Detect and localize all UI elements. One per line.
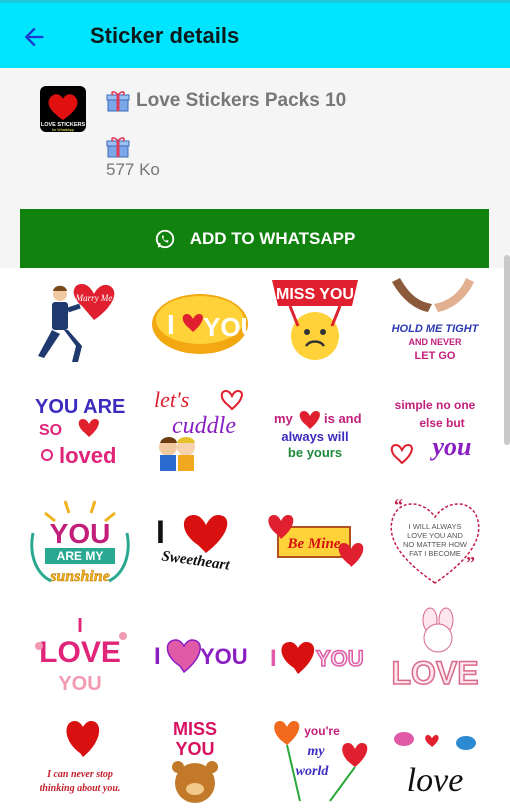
svg-text:I: I (154, 643, 161, 670)
svg-text:is and: is and (324, 411, 362, 426)
page-title: Sticker details (90, 23, 240, 48)
lets-cuddle-sticker[interactable]: let's cuddle (140, 380, 250, 480)
svg-text:else but: else but (419, 416, 464, 430)
svg-text:you're: you're (304, 724, 340, 738)
svg-text:“: “ (394, 495, 403, 515)
svg-text:LOVE YOU AND: LOVE YOU AND (407, 531, 463, 540)
svg-text:I: I (270, 645, 277, 672)
love-bunny-sticker[interactable]: LOVE (380, 603, 490, 703)
svg-text:LET GO: LET GO (415, 350, 456, 362)
svg-text:I: I (77, 615, 83, 637)
svg-text:Be Mine: Be Mine (287, 536, 341, 552)
app-bar: Sticker details (0, 0, 510, 68)
you-are-so-loved-sticker[interactable]: YOU ARE SO loved (25, 380, 135, 480)
love-birds-sticker[interactable]: love (380, 708, 490, 808)
pack-size: 577 Ko (106, 160, 160, 179)
pack-header: LOVE STICKERS for WhatsApp Love Stickers… (0, 68, 510, 268)
miss-you-sticker[interactable]: MISS YOU (260, 273, 370, 373)
svg-text:YOU: YOU (58, 673, 101, 695)
svg-text:simple no one: simple no one (395, 398, 476, 412)
pack-name-row: Love Stickers Packs 10 (106, 90, 346, 112)
svg-text:Marry Me: Marry Me (75, 293, 113, 303)
add-to-whatsapp-button[interactable]: ADD TO WHATSAPP (20, 209, 489, 268)
svg-text:YOU: YOU (175, 739, 214, 759)
svg-text:you: you (430, 432, 472, 461)
be-mine-sticker[interactable]: Be Mine (260, 490, 370, 590)
pack-name: Love Stickers Packs 10 (136, 90, 347, 111)
svg-text:AND NEVER: AND NEVER (408, 337, 462, 347)
never-stop-thinking-sticker[interactable]: I can never stop thinking about you. (25, 708, 135, 808)
svg-text:YOU: YOU (200, 644, 248, 669)
svg-text:MISS: MISS (173, 719, 217, 739)
whatsapp-icon (155, 229, 174, 248)
you-are-my-sunshine-sticker[interactable]: YOU ARE MY sunshine (25, 490, 135, 590)
marry-me-sticker[interactable]: Marry Me (20, 273, 130, 373)
svg-text:HOLD ME TIGHT: HOLD ME TIGHT (392, 323, 480, 335)
svg-text:I WILL ALWAYS: I WILL ALWAYS (409, 522, 462, 531)
svg-text:I: I (167, 309, 175, 340)
svg-text:YOU: YOU (50, 518, 111, 549)
svg-text:ARE MY: ARE MY (57, 549, 104, 563)
hold-me-tight-sticker[interactable]: HOLD ME TIGHT AND NEVER LET GO (380, 273, 490, 373)
svg-text:FAT I BECOME: FAT I BECOME (409, 549, 461, 558)
svg-text:my: my (274, 411, 294, 426)
i-love-you-gold-sticker[interactable]: I YOU (145, 273, 255, 373)
svg-text:YOU: YOU (316, 646, 364, 671)
svg-text:MISS YOU: MISS YOU (276, 286, 354, 303)
svg-text:cuddle: cuddle (172, 413, 236, 439)
svg-text:I: I (156, 514, 165, 550)
svg-text:sunshine: sunshine (49, 568, 110, 585)
my-heart-is-yours-sticker[interactable]: my is and always will be yours (260, 380, 370, 480)
svg-text:LOVE: LOVE (391, 655, 478, 691)
svg-text:Sweetheart: Sweetheart (161, 548, 232, 573)
svg-text:YOU: YOU (203, 312, 255, 342)
miss-you-bear-sticker[interactable]: MISS YOU (140, 708, 250, 808)
svg-text:be yours: be yours (288, 445, 342, 460)
svg-text:YOU ARE: YOU ARE (35, 396, 125, 418)
add-to-whatsapp-label: ADD TO WHATSAPP (189, 228, 356, 248)
svg-text:love: love (407, 762, 464, 799)
pack-icon-sublabel: for WhatsApp (52, 128, 74, 132)
sticker-grid: Marry Me I YOU MISS YOU HOLD ME TIGHT AN… (0, 268, 510, 803)
i-love-you-floral-sticker[interactable]: I LOVE YOU (25, 603, 135, 703)
i-will-always-love-you-sticker[interactable]: “ I WILL ALWAYS LOVE YOU AND NO MATTER H… (380, 490, 490, 590)
svg-text:”: ” (466, 553, 475, 573)
i-love-you-red-sticker[interactable]: I YOU (260, 603, 370, 703)
svg-text:always will: always will (281, 429, 348, 444)
youre-my-world-sticker[interactable]: you're my world (260, 708, 370, 808)
pack-icon: LOVE STICKERS for WhatsApp (40, 86, 86, 132)
svg-text:thinking about you.: thinking about you. (40, 783, 121, 794)
svg-text:let's: let's (154, 387, 189, 412)
i-love-sweetheart-sticker[interactable]: I Sweetheart (140, 490, 250, 590)
svg-text:loved: loved (59, 443, 116, 468)
svg-text:I can never stop: I can never stop (46, 769, 113, 780)
svg-text:world: world (296, 764, 330, 779)
svg-text:my: my (307, 744, 325, 759)
svg-text:SO: SO (39, 422, 62, 439)
svg-text:LOVE: LOVE (39, 636, 121, 669)
svg-text:NO MATTER HOW: NO MATTER HOW (403, 540, 468, 549)
simple-no-one-sticker[interactable]: simple no one else but you (380, 380, 490, 480)
i-love-you-pink-sticker[interactable]: I YOU (140, 603, 250, 703)
gift-icon (106, 137, 130, 158)
scrollbar[interactable] (504, 255, 510, 445)
back-arrow-icon[interactable] (20, 23, 48, 51)
gift-icon (106, 91, 130, 112)
